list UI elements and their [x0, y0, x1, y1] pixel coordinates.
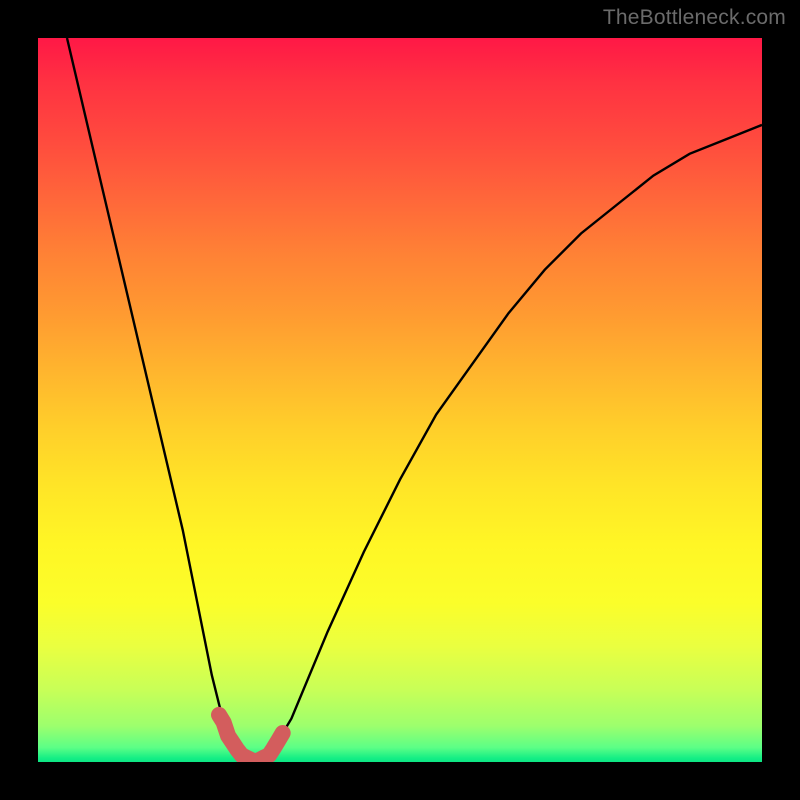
plot-area	[38, 38, 762, 762]
bottleneck-curve	[67, 38, 762, 762]
chart-frame: TheBottleneck.com	[0, 0, 800, 800]
chart-svg	[38, 38, 762, 762]
optimal-band-marker	[219, 715, 283, 762]
watermark-label: TheBottleneck.com	[603, 6, 786, 30]
